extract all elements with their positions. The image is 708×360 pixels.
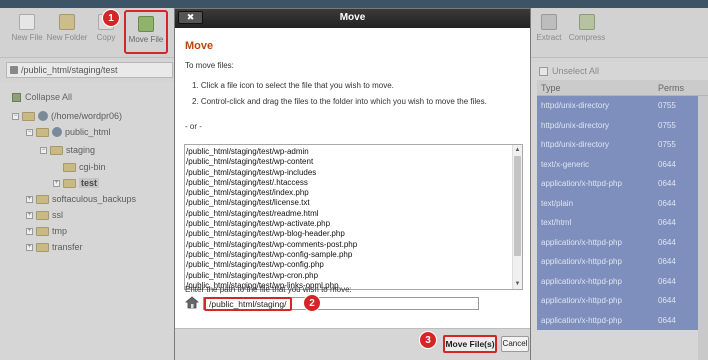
table-row[interactable]: application/x-httpd-php 0644 bbox=[537, 232, 708, 252]
expand-toggle-icon: + bbox=[26, 227, 33, 235]
file-list-item[interactable]: /public_html/staging/test/.htaccess bbox=[186, 178, 357, 188]
expand-toggle-icon: + bbox=[53, 179, 60, 187]
folder-icon bbox=[63, 178, 76, 188]
collapse-toggle-icon: − bbox=[26, 128, 33, 136]
file-list-item[interactable]: /public_html/staging/test/wp-blog-header… bbox=[186, 229, 357, 239]
folder-icon bbox=[36, 127, 49, 137]
new-file-icon bbox=[19, 14, 35, 30]
folder-icon bbox=[36, 226, 49, 236]
table-row[interactable]: application/x-httpd-php 0644 bbox=[537, 252, 708, 272]
step1-text: 1. Click a file icon to select the file … bbox=[192, 81, 394, 90]
file-list-item[interactable]: /public_html/staging/test/index.php bbox=[186, 188, 357, 198]
table-row[interactable]: application/x-httpd-php 0644 bbox=[537, 174, 708, 194]
expand-toggle-icon: + bbox=[26, 195, 33, 203]
step-marker-1: 1 bbox=[102, 9, 120, 27]
or-separator: - or - bbox=[185, 122, 202, 131]
unselect-all-button[interactable]: Unselect All bbox=[539, 66, 599, 76]
file-list-item[interactable]: /public_html/staging/test/wp-config.php bbox=[186, 260, 357, 270]
tree-item-staging[interactable]: − staging bbox=[40, 145, 95, 155]
file-list-item[interactable]: /public_html/staging/test/wp-includes bbox=[186, 168, 357, 178]
compress-button[interactable]: Compress bbox=[564, 14, 610, 43]
folder-tree: Collapse All − (/home/wordpr06) − public… bbox=[0, 82, 174, 360]
tree-item-home[interactable]: − (/home/wordpr06) bbox=[12, 111, 122, 121]
dialog-header: ✖ Move bbox=[175, 9, 530, 28]
table-row[interactable]: application/x-httpd-php 0644 bbox=[537, 291, 708, 311]
path-bar[interactable]: /public_html/staging/test bbox=[6, 62, 173, 78]
move-files-button[interactable]: Move File(s) bbox=[443, 335, 497, 353]
folder-icon bbox=[22, 111, 35, 121]
compress-icon bbox=[579, 14, 595, 30]
tree-item-tmp[interactable]: + tmp bbox=[26, 226, 67, 236]
file-list-item[interactable]: /public_html/staging/test/readme.html bbox=[186, 209, 357, 219]
table-scrollbar[interactable] bbox=[698, 96, 708, 360]
path-input[interactable]: /public_html/staging/ bbox=[203, 297, 479, 311]
table-row[interactable]: httpd/unix-directory 0755 bbox=[537, 115, 708, 135]
scroll-down-icon[interactable]: ▼ bbox=[513, 279, 522, 289]
collapse-toggle-icon: − bbox=[12, 112, 19, 120]
expand-toggle-icon: + bbox=[26, 243, 33, 251]
globe-icon bbox=[52, 127, 62, 137]
table-row[interactable]: application/x-httpd-php 0644 bbox=[537, 310, 708, 330]
col-type-header[interactable]: Type bbox=[541, 83, 561, 93]
tree-item-ssl[interactable]: + ssl bbox=[26, 210, 63, 220]
file-list-item[interactable]: /public_html/staging/test/license.txt bbox=[186, 198, 357, 208]
collapse-all-button[interactable]: Collapse All bbox=[12, 92, 72, 102]
collapse-toggle-icon: − bbox=[40, 146, 47, 154]
file-list-item[interactable]: /public_html/staging/test/wp-cron.php bbox=[186, 271, 357, 281]
file-list-item[interactable]: /public_html/staging/test/wp-comments-po… bbox=[186, 240, 357, 250]
folder-icon bbox=[36, 194, 49, 204]
table-row[interactable]: application/x-httpd-php 0644 bbox=[537, 271, 708, 291]
move-file-icon bbox=[138, 16, 154, 32]
folder-icon bbox=[50, 145, 63, 155]
extract-icon bbox=[541, 14, 557, 30]
dialog-body: Move To move files: 1. Click a file icon… bbox=[175, 28, 530, 328]
tree-item-softaculous-backups[interactable]: + softaculous_backups bbox=[26, 194, 136, 204]
col-perms-header[interactable]: Perms bbox=[658, 83, 684, 93]
folder-icon bbox=[36, 242, 49, 252]
file-list-item[interactable]: /public_html/staging/test/wp-content bbox=[186, 157, 357, 167]
collapse-icon bbox=[12, 92, 21, 102]
table-header: Type Perms bbox=[537, 80, 708, 96]
step2-text: 2. Control-click and drag the files to t… bbox=[192, 97, 487, 106]
move-file-button[interactable]: Move File bbox=[124, 10, 168, 54]
dialog-title: Move bbox=[339, 12, 366, 23]
table-row[interactable]: httpd/unix-directory 0755 bbox=[537, 135, 708, 155]
tree-item-test[interactable]: + test bbox=[53, 178, 100, 188]
table-row[interactable]: text/html 0644 bbox=[537, 213, 708, 233]
table-row[interactable]: text/plain 0644 bbox=[537, 193, 708, 213]
file-list-item[interactable]: /public_html/staging/test/wp-admin bbox=[186, 147, 357, 157]
checkbox-icon bbox=[539, 66, 548, 76]
dialog-heading: Move bbox=[185, 40, 214, 52]
dialog-footer: Move File(s) Cancel bbox=[175, 328, 530, 360]
table-row[interactable]: text/x-generic 0644 bbox=[537, 154, 708, 174]
path-prompt: Enter the path to the file that you wish… bbox=[185, 285, 352, 294]
home-globe-icon bbox=[38, 111, 48, 121]
path-input-value[interactable]: /public_html/staging/ bbox=[204, 297, 292, 311]
new-folder-button[interactable]: New Folder bbox=[45, 14, 89, 43]
intro-text: To move files: bbox=[185, 61, 234, 70]
step-marker-3: 3 bbox=[419, 331, 437, 349]
file-list-scrollbar[interactable]: ▲ ▼ bbox=[512, 145, 522, 289]
tree-item-transfer[interactable]: + transfer bbox=[26, 242, 83, 252]
home-icon bbox=[10, 66, 18, 74]
expand-toggle-icon: + bbox=[26, 211, 33, 219]
tree-item-cgi-bin[interactable]: cgi-bin bbox=[63, 162, 106, 172]
new-file-button[interactable]: New File bbox=[5, 14, 49, 43]
home-icon bbox=[185, 296, 199, 309]
top-strip bbox=[0, 0, 708, 8]
file-list[interactable]: /public_html/staging/test/wp-admin/publi… bbox=[184, 144, 523, 290]
move-dialog: ✖ Move Move To move files: 1. Click a fi… bbox=[174, 8, 531, 360]
table-row[interactable]: httpd/unix-directory 0755 bbox=[537, 96, 708, 116]
scroll-up-icon[interactable]: ▲ bbox=[513, 145, 522, 155]
cancel-button[interactable]: Cancel bbox=[501, 336, 529, 352]
folder-icon bbox=[63, 162, 76, 172]
file-list-item[interactable]: /public_html/staging/test/wp-config-samp… bbox=[186, 250, 357, 260]
new-folder-icon bbox=[59, 14, 75, 30]
file-list-item[interactable]: /public_html/staging/test/wp-activate.ph… bbox=[186, 219, 357, 229]
file-table: Unselect All Type Perms httpd/unix-direc… bbox=[531, 62, 708, 360]
tree-item-public-html[interactable]: − public_html bbox=[26, 127, 111, 137]
step-marker-2: 2 bbox=[303, 294, 321, 312]
scroll-thumb[interactable] bbox=[514, 156, 521, 256]
folder-icon bbox=[36, 210, 49, 220]
